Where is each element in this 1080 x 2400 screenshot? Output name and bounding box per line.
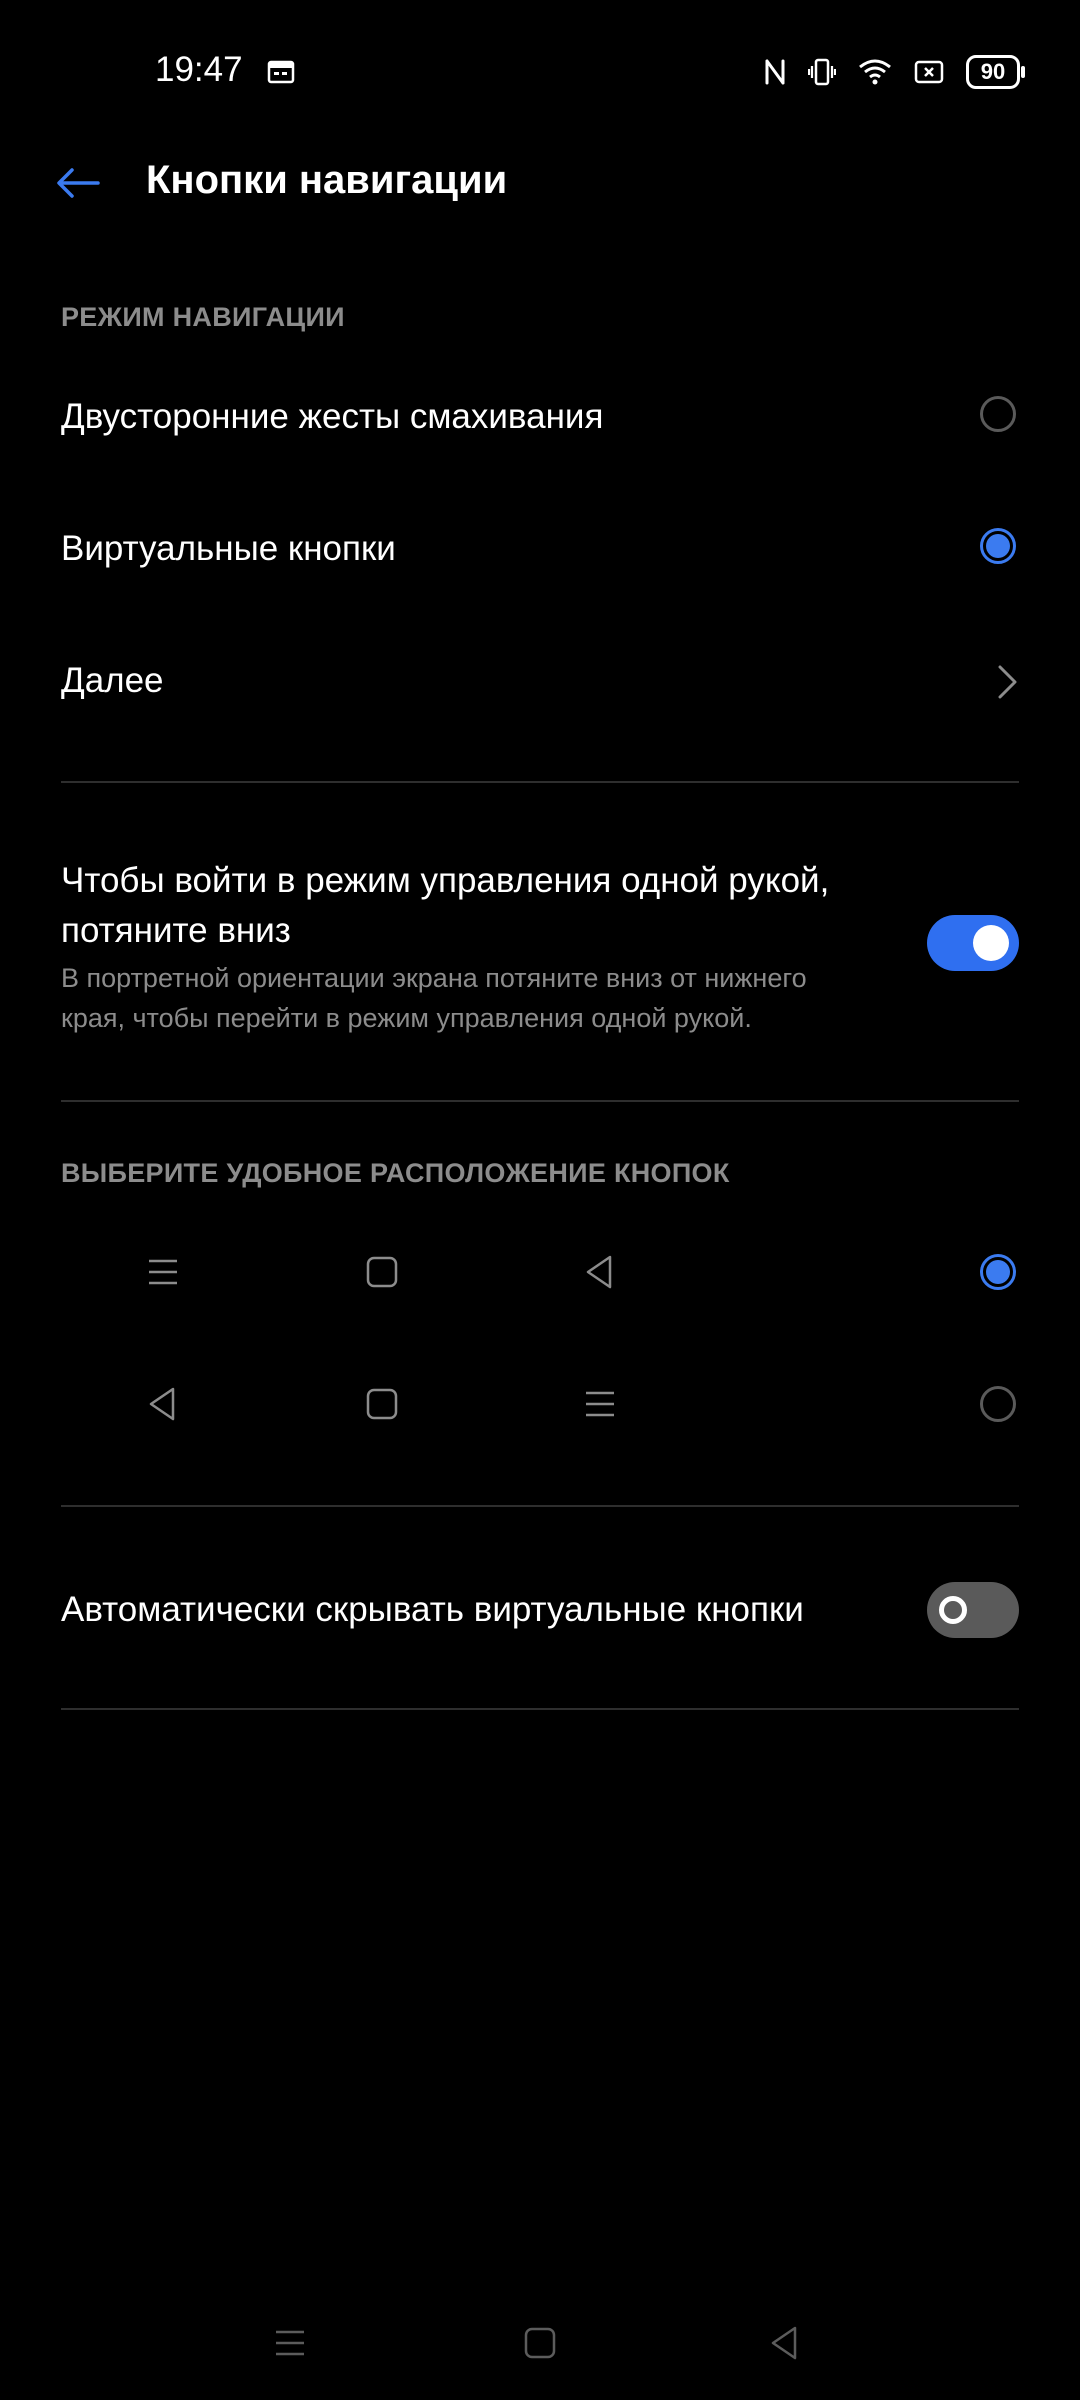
home-icon <box>366 1388 398 1420</box>
home-icon[interactable] <box>520 2323 560 2363</box>
auto-hide-label: Автоматически скрывать виртуальные кнопк… <box>61 1590 804 1629</box>
sim-icon <box>914 60 944 84</box>
one-hand-title-line2: потяните вниз <box>61 911 291 950</box>
divider <box>61 781 1019 783</box>
back-icon <box>149 1387 175 1421</box>
home-icon <box>366 1256 398 1288</box>
divider <box>61 1100 1019 1102</box>
radio-swipe-gestures[interactable] <box>980 396 1016 432</box>
one-hand-description-line1: В портретной ориентации экрана потяните … <box>61 963 807 993</box>
one-hand-toggle[interactable] <box>927 915 1019 971</box>
one-hand-mode-row[interactable]: Чтобы войти в режим управления одной рук… <box>0 848 1080 1048</box>
option-label: Двусторонние жесты смахивания <box>61 397 604 436</box>
calendar-icon <box>267 60 295 84</box>
radio-virtual-buttons[interactable] <box>980 528 1016 564</box>
more-row[interactable]: Далее <box>0 634 1080 730</box>
option-label: Виртуальные кнопки <box>61 529 396 568</box>
toggle-knob <box>939 1596 967 1624</box>
menu-icon <box>149 1259 177 1285</box>
option-virtual-buttons[interactable]: Виртуальные кнопки <box>0 502 1080 598</box>
section-navigation-mode: РЕЖИМ НАВИГАЦИИ <box>61 302 345 332</box>
back-icon <box>586 1255 612 1289</box>
vibrate-icon <box>808 58 836 86</box>
status-icons: 90 <box>764 52 1025 92</box>
toggle-knob <box>973 925 1009 961</box>
radio-layout-1[interactable] <box>980 1254 1016 1290</box>
menu-icon[interactable] <box>270 2323 310 2363</box>
battery-icon: 90 <box>966 55 1025 89</box>
nfc-icon <box>765 59 785 85</box>
status-time: 19:47 <box>155 50 243 89</box>
back-icon[interactable] <box>765 2323 805 2363</box>
divider <box>61 1505 1019 1507</box>
one-hand-title: Чтобы войти в режим управления одной рук… <box>61 856 829 956</box>
layout-option-1[interactable] <box>0 1222 1080 1322</box>
battery-level: 90 <box>980 59 1006 84</box>
arrow-left-icon <box>57 168 100 198</box>
page-title: Кнопки навигации <box>146 158 508 202</box>
divider <box>61 1708 1019 1710</box>
one-hand-title-line1: Чтобы войти в режим управления одной рук… <box>61 861 830 900</box>
radio-layout-2[interactable] <box>980 1386 1016 1422</box>
auto-hide-row[interactable]: Автоматически скрывать виртуальные кнопк… <box>0 1560 1080 1660</box>
more-label: Далее <box>61 661 164 700</box>
system-navigation-bar <box>0 2300 1080 2400</box>
menu-icon <box>586 1391 614 1417</box>
one-hand-description-line2: края, чтобы перейти в режим управления о… <box>61 1003 752 1033</box>
auto-hide-toggle[interactable] <box>927 1582 1019 1638</box>
chevron-right-icon <box>998 665 1017 699</box>
one-hand-description: В портретной ориентации экрана потяните … <box>61 958 881 1038</box>
back-button[interactable] <box>50 155 106 211</box>
layout-option-2[interactable] <box>0 1354 1080 1454</box>
option-swipe-gestures[interactable]: Двусторонние жесты смахивания <box>0 370 1080 466</box>
wifi-icon <box>859 59 891 85</box>
section-button-layout: ВЫБЕРИТЕ УДОБНОЕ РАСПОЛОЖЕНИЕ КНОПОК <box>61 1158 730 1188</box>
